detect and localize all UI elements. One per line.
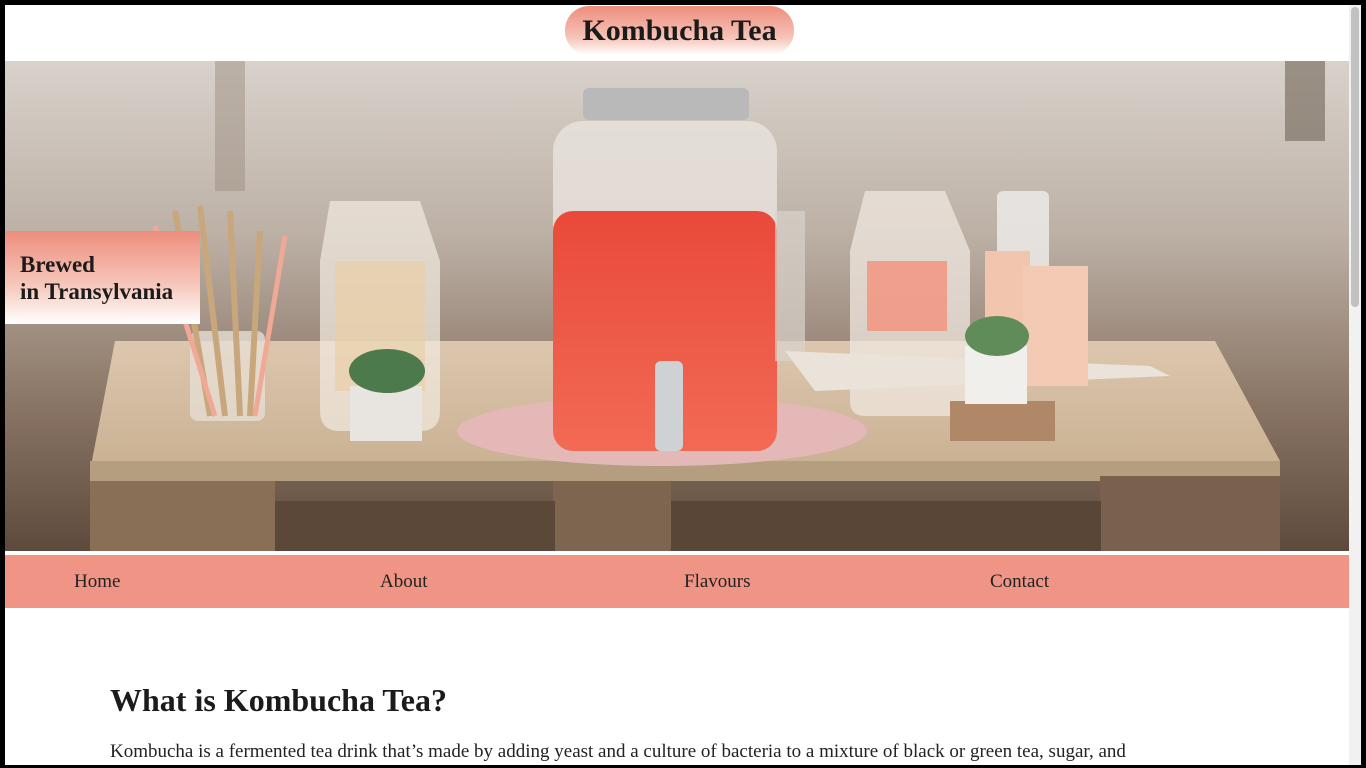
page: Kombucha Tea Brewed in Transylvania Home… — [5, 5, 1349, 765]
tagline-line-2: in Transylvania — [20, 279, 174, 304]
section-heading: What is Kombucha Tea? — [110, 682, 447, 718]
nav-item-flavours[interactable]: Flavours — [684, 555, 751, 608]
hero-illustration — [5, 61, 1349, 551]
main-nav: Home About Flavours Contact — [5, 555, 1349, 608]
hero-image: Brewed in Transylvania — [5, 61, 1349, 551]
hero-tagline: Brewed in Transylvania — [5, 231, 200, 324]
tagline-line-1: Brewed — [20, 252, 95, 277]
nav-item-about[interactable]: About — [380, 555, 428, 608]
vertical-scrollbar[interactable] — [1349, 5, 1361, 765]
section-paragraph: Kombucha is a fermented tea drink that’s… — [110, 741, 1126, 762]
nav-item-home[interactable]: Home — [74, 555, 120, 608]
nav-item-contact[interactable]: Contact — [990, 555, 1049, 608]
site-title: Kombucha Tea — [565, 6, 794, 55]
scrollbar-thumb[interactable] — [1351, 7, 1359, 307]
